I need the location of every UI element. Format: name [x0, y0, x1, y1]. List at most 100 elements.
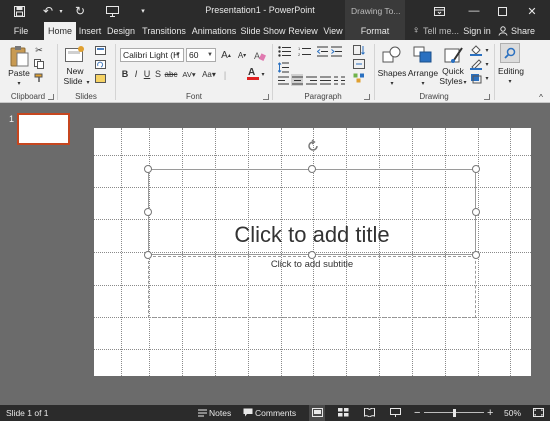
slide-show-view-icon[interactable]: [388, 405, 402, 421]
drawing-dialog-launcher-icon[interactable]: [484, 94, 490, 100]
shapes-icon[interactable]: [381, 44, 403, 66]
notes-icon[interactable]: [198, 405, 208, 421]
paragraph-dialog-launcher-icon[interactable]: [364, 94, 370, 100]
resize-handle-top[interactable]: [308, 165, 316, 173]
numbering-icon[interactable]: 12: [297, 44, 313, 58]
tab-review[interactable]: Review: [287, 22, 319, 40]
line-spacing-icon[interactable]: [277, 60, 289, 74]
fit-slide-to-window-icon[interactable]: [531, 405, 545, 421]
slide-sorter-icon[interactable]: [336, 405, 350, 421]
sign-in-link[interactable]: Sign in: [462, 22, 492, 40]
shape-outline-icon[interactable]: [469, 58, 483, 70]
close-icon[interactable]: ✕: [514, 0, 550, 22]
font-color-dropdown-icon[interactable]: ▾: [260, 70, 266, 78]
resize-handle-top-left[interactable]: [144, 165, 152, 173]
columns-icon[interactable]: [333, 74, 345, 86]
font-size-dropdown-icon[interactable]: ▼: [207, 49, 213, 61]
align-left-icon[interactable]: [277, 74, 289, 86]
notes-button[interactable]: Notes: [209, 405, 231, 421]
rotate-handle-icon[interactable]: [305, 138, 321, 154]
editing-dropdown-icon[interactable]: ▾: [506, 77, 514, 85]
underline-icon[interactable]: U: [142, 68, 152, 80]
change-case-icon[interactable]: Aa▾: [200, 68, 218, 80]
bullets-icon[interactable]: [277, 44, 293, 58]
italic-icon[interactable]: I: [131, 68, 141, 80]
find-icon[interactable]: [500, 43, 520, 63]
new-slide-label-line2[interactable]: Slide: [60, 76, 86, 86]
present-from-beginning-icon[interactable]: [104, 3, 120, 19]
cut-icon[interactable]: ✂: [33, 44, 45, 56]
paste-icon[interactable]: [8, 44, 30, 68]
clear-formatting-icon[interactable]: A: [253, 48, 267, 62]
tab-animations[interactable]: Animations: [190, 22, 238, 40]
save-icon[interactable]: [11, 3, 27, 19]
slide-thumbnail[interactable]: [17, 113, 70, 145]
arrange-button-label[interactable]: Arrange: [407, 68, 439, 78]
undo-icon[interactable]: ↶: [40, 3, 56, 19]
shapes-dropdown-icon[interactable]: ▾: [388, 79, 396, 87]
title-placeholder-text[interactable]: Click to add title: [148, 222, 476, 248]
resize-handle-bottom-left[interactable]: [144, 251, 152, 259]
text-shadow-icon[interactable]: S: [153, 68, 163, 80]
arrange-dropdown-icon[interactable]: ▾: [419, 79, 427, 87]
editing-button-label[interactable]: Editing: [496, 66, 526, 76]
collapse-ribbon-icon[interactable]: ^: [536, 92, 546, 102]
increase-font-size-icon[interactable]: A ▴: [219, 48, 233, 62]
quick-styles-label-line1[interactable]: Quick: [440, 66, 466, 76]
slide-counter[interactable]: Slide 1 of 1: [6, 405, 49, 421]
undo-dropdown-icon[interactable]: ▾: [56, 3, 66, 19]
new-slide-label-line1[interactable]: New: [62, 66, 88, 76]
zoom-in-button[interactable]: +: [487, 405, 495, 421]
zoom-level[interactable]: 50%: [504, 405, 521, 421]
font-dialog-launcher-icon[interactable]: [263, 94, 269, 100]
paste-dropdown-icon[interactable]: ▾: [14, 79, 24, 87]
decrease-font-size-icon[interactable]: A ▾: [235, 48, 249, 62]
decrease-indent-icon[interactable]: [316, 44, 328, 58]
tab-design[interactable]: Design: [105, 22, 137, 40]
shape-fill-dropdown-icon[interactable]: ▾: [483, 46, 491, 54]
zoom-slider-handle[interactable]: [453, 409, 456, 417]
strikethrough-icon[interactable]: abc: [164, 68, 178, 80]
tab-transitions[interactable]: Transitions: [139, 22, 189, 40]
paste-button-label[interactable]: Paste: [8, 68, 30, 78]
resize-handle-left[interactable]: [144, 208, 152, 216]
comments-icon[interactable]: [243, 405, 253, 421]
ribbon-display-options-icon[interactable]: [421, 0, 457, 22]
normal-view-icon[interactable]: [309, 405, 325, 421]
reset-slide-icon[interactable]: [94, 58, 106, 70]
subtitle-placeholder-text[interactable]: Click to add subtitle: [148, 259, 476, 270]
shape-fill-icon[interactable]: [469, 44, 483, 56]
format-painter-icon[interactable]: [33, 72, 45, 84]
shapes-button-label[interactable]: Shapes: [377, 68, 407, 78]
quick-styles-label-line2[interactable]: Styles: [438, 76, 464, 86]
justify-icon[interactable]: [319, 74, 331, 86]
tab-format[interactable]: Format: [345, 22, 405, 40]
quick-styles-icon[interactable]: [443, 44, 465, 66]
align-right-icon[interactable]: [305, 74, 317, 86]
new-slide-dropdown-icon[interactable]: ▾: [84, 78, 92, 86]
clipboard-dialog-launcher-icon[interactable]: [48, 94, 54, 100]
align-text-icon[interactable]: [352, 58, 366, 70]
character-spacing-icon[interactable]: AV▾: [180, 68, 198, 80]
new-slide-icon[interactable]: [64, 44, 86, 66]
convert-to-smartart-icon[interactable]: [352, 72, 366, 84]
arrange-icon[interactable]: [412, 44, 434, 66]
resize-handle-bottom-right[interactable]: [472, 251, 480, 259]
tab-insert[interactable]: Insert: [77, 22, 103, 40]
shape-effects-dropdown-icon[interactable]: ▾: [483, 74, 491, 82]
tab-view[interactable]: View: [320, 22, 346, 40]
share-button[interactable]: Share: [510, 22, 536, 40]
align-center-icon[interactable]: [291, 74, 303, 86]
redo-icon[interactable]: ↻: [72, 3, 88, 19]
tab-file[interactable]: File: [6, 22, 36, 40]
shape-outline-dropdown-icon[interactable]: ▾: [483, 60, 491, 68]
bold-icon[interactable]: B: [120, 68, 130, 80]
text-direction-icon[interactable]: [352, 44, 366, 56]
font-size-combobox[interactable]: 60 ▼: [186, 48, 216, 62]
tab-slide-show[interactable]: Slide Show: [240, 22, 286, 40]
resize-handle-top-right[interactable]: [472, 165, 480, 173]
shape-effects-icon[interactable]: [469, 72, 483, 84]
font-color-icon[interactable]: A: [246, 66, 260, 80]
quick-styles-dropdown-icon[interactable]: ▾: [462, 78, 468, 86]
section-icon[interactable]: [94, 72, 106, 84]
